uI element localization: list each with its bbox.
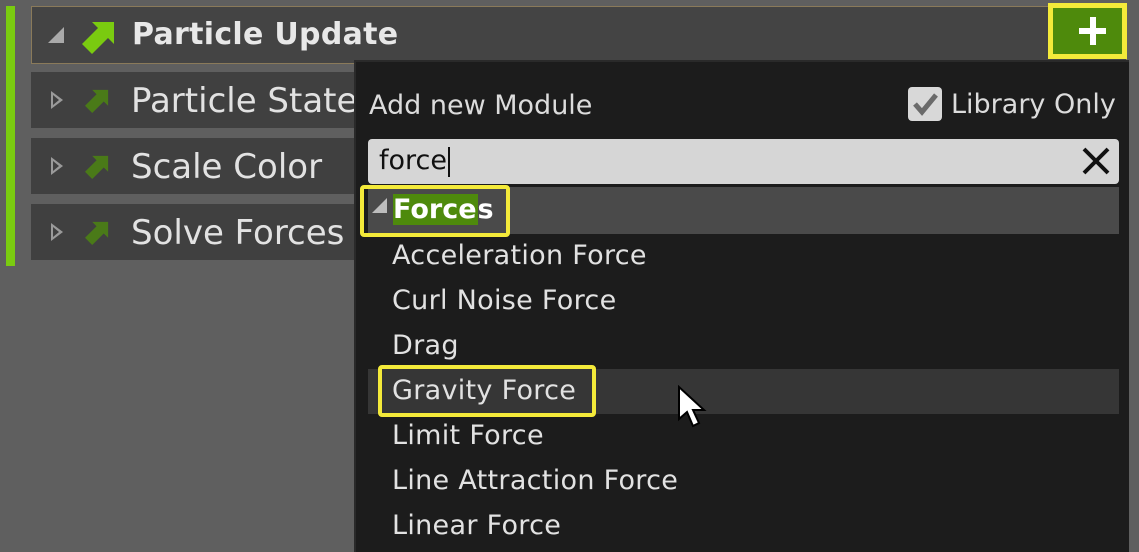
expand-triangle-icon[interactable] <box>51 223 63 241</box>
module-label: Solve Forces <box>131 213 345 253</box>
expand-triangle-icon[interactable] <box>51 157 63 175</box>
list-item-linear-force[interactable]: Linear Force <box>392 510 561 541</box>
close-icon[interactable] <box>1079 144 1113 178</box>
list-item-line-attraction-force[interactable]: Line Attraction Force <box>392 465 678 496</box>
category-forces[interactable]: Forces <box>360 185 1119 237</box>
search-input[interactable]: force <box>368 139 1119 184</box>
list-item-acceleration-force[interactable]: Acceleration Force <box>392 240 647 271</box>
checkmark-icon <box>913 93 938 116</box>
library-only-checkbox[interactable] <box>908 87 942 121</box>
mouse-cursor-icon <box>678 385 707 428</box>
arrow-up-right-icon <box>82 22 114 54</box>
popup-title: Add new Module <box>369 90 593 121</box>
expand-triangle-icon[interactable] <box>51 91 63 109</box>
search-value: force <box>379 145 447 176</box>
arrow-up-right-icon <box>85 89 109 113</box>
arrow-up-right-icon <box>85 221 109 245</box>
item-highlight-box <box>378 365 596 417</box>
plus-icon <box>1053 8 1122 54</box>
library-only-label[interactable]: Library Only <box>951 89 1116 120</box>
add-module-button[interactable] <box>1048 3 1127 59</box>
list-item-limit-force[interactable]: Limit Force <box>392 420 544 451</box>
module-label: Scale Color <box>131 147 323 187</box>
collapse-triangle-icon[interactable] <box>48 27 64 43</box>
list-item-curl-noise-force[interactable]: Curl Noise Force <box>392 285 616 316</box>
module-row-scale-color[interactable]: Scale Color <box>31 138 361 194</box>
stack-group-indicator <box>6 6 15 266</box>
module-row-particle-state[interactable]: Particle State <box>31 72 361 128</box>
add-module-popup: Add new Module Library Only force Forces… <box>354 60 1129 552</box>
header-title: Particle Update <box>132 17 399 52</box>
module-row-solve-forces[interactable]: Solve Forces <box>31 204 361 260</box>
module-label: Particle State <box>131 81 358 121</box>
list-item-drag[interactable]: Drag <box>392 330 459 361</box>
category-highlight-box <box>360 185 510 237</box>
arrow-up-right-icon <box>85 155 109 179</box>
